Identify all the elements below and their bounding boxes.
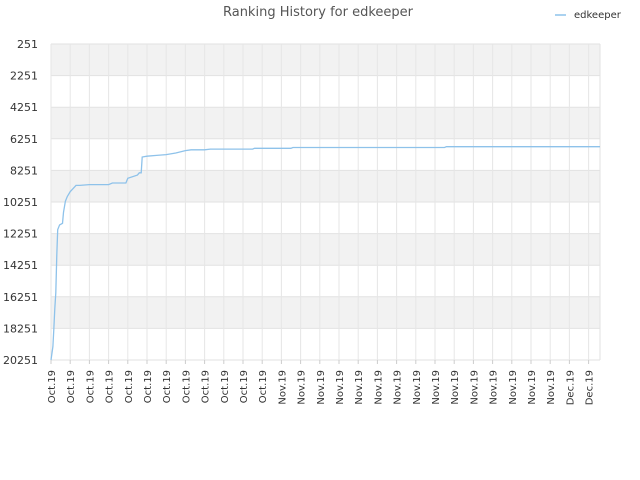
y-tick-label: 18251 — [3, 322, 38, 335]
x-tick-label: Oct.19 — [105, 370, 116, 403]
x-tick-label: Oct.19 — [258, 370, 269, 403]
x-tick-label: Oct.19 — [181, 370, 192, 403]
ranking-chart: Ranking History for edkeeper edkeeper 25… — [3, 5, 622, 405]
x-tick-label: Nov.19 — [469, 370, 480, 405]
y-axis: 251 2251 4251 6251 8251 10251 12251 14251 16251 1… — [3, 38, 38, 367]
x-tick-label: Nov.19 — [412, 370, 423, 405]
plot-band — [51, 202, 600, 234]
legend: edkeeper — [555, 10, 622, 21]
y-tick-label: 8251 — [10, 164, 38, 177]
x-tick-label: Nov.19 — [508, 370, 519, 405]
y-tick-label: 6251 — [10, 133, 38, 146]
y-tick-label: 12251 — [3, 228, 38, 241]
x-tick-label: Nov.19 — [277, 370, 288, 405]
x-tick-label: Oct.19 — [66, 370, 77, 403]
x-tick-label: Nov.19 — [431, 370, 442, 405]
y-tick-label: 10251 — [3, 196, 38, 209]
y-tick-label: 14251 — [3, 259, 38, 272]
y-tick-label: 16251 — [3, 291, 38, 304]
plot-band — [51, 170, 600, 202]
x-tick-label: Nov.19 — [450, 370, 461, 405]
x-tick-label: Oct.19 — [162, 370, 173, 403]
x-tick-label: Nov.19 — [316, 370, 327, 405]
x-tick-label: Nov.19 — [373, 370, 384, 405]
x-tick-label: Dec.19 — [585, 370, 596, 405]
x-tick-label: Nov.19 — [393, 370, 404, 405]
x-tick-label: Oct.19 — [201, 370, 212, 403]
x-tick-label: Oct.19 — [47, 370, 58, 403]
plot-band — [51, 44, 600, 76]
plot-band — [51, 296, 600, 329]
x-tick-label: Nov.19 — [546, 370, 557, 405]
x-tick-label: Dec.19 — [565, 370, 576, 405]
plot-band — [51, 138, 600, 171]
x-tick-label: Nov.19 — [354, 370, 365, 405]
x-tick-label: Nov.19 — [527, 370, 538, 405]
x-axis: Oct.19 Oct.19 Oct.19 Oct.19 Oct.19 Oct.19 Oct.… — [47, 360, 596, 405]
plot-band — [51, 328, 600, 360]
y-tick-label: 251 — [17, 38, 38, 51]
x-tick-label: Oct.19 — [143, 370, 154, 403]
legend-label: edkeeper — [574, 10, 622, 21]
x-tick-label: Oct.19 — [220, 370, 231, 403]
y-tick-label: 4251 — [10, 101, 38, 114]
x-tick-label: Oct.19 — [85, 370, 96, 403]
x-tick-label: Nov.19 — [297, 370, 308, 405]
plot-band — [51, 75, 600, 108]
y-tick-label: 20251 — [3, 354, 38, 367]
plot-band — [51, 233, 600, 266]
plot-band — [51, 107, 600, 139]
x-tick-label: Nov.19 — [489, 370, 500, 405]
x-tick-label: Oct.19 — [124, 370, 135, 403]
plot-band — [51, 265, 600, 297]
x-tick-label: Oct.19 — [239, 370, 250, 403]
y-tick-label: 2251 — [10, 70, 38, 83]
x-tick-label: Nov.19 — [335, 370, 346, 405]
chart-title: Ranking History for edkeeper — [223, 5, 414, 20]
